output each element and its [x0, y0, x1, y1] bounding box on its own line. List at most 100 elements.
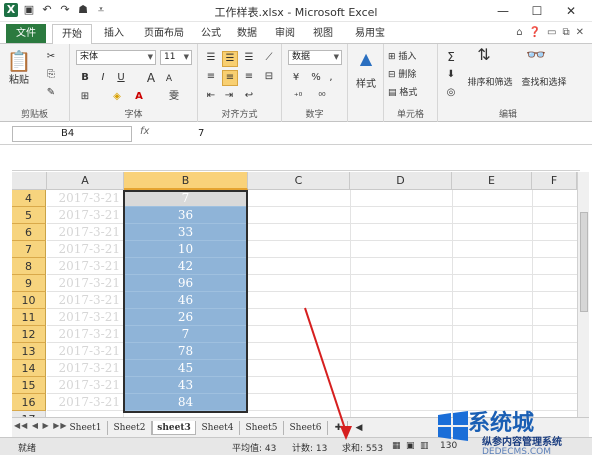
clear-icon[interactable]: ◎	[444, 86, 458, 100]
row-header[interactable]: 15	[12, 377, 46, 394]
cell-a[interactable]: 2017-3-21	[47, 309, 124, 326]
cell-a[interactable]: 2017-3-21	[47, 326, 124, 343]
tab-page-layout[interactable]: 页面布局	[138, 24, 190, 44]
cell-a[interactable]: 2017-3-21	[47, 394, 124, 411]
paste-icon[interactable]: 📋	[6, 50, 32, 72]
collapse-ribbon-icon[interactable]: ⌂	[516, 27, 522, 38]
binoculars-icon[interactable]: 👓	[526, 47, 546, 63]
min-workbook-icon[interactable]: ▭	[547, 27, 556, 38]
cell-b[interactable]: 43	[124, 377, 247, 394]
select-all-corner[interactable]	[12, 172, 47, 190]
cell-b[interactable]: 45	[124, 360, 247, 377]
cell-a[interactable]: 2017-3-21	[47, 207, 124, 224]
tab-home[interactable]: 开始	[52, 24, 92, 45]
sheet-nav-arrows[interactable]: ◀◀ ◀ ▶ ▶▶	[14, 421, 68, 430]
merge-icon[interactable]: ⊟	[262, 70, 276, 84]
worksheet-grid[interactable]: A B C D E F 4 2017-3-21 7 5 2017-3-21 36 6 2017…	[12, 172, 577, 417]
row-header[interactable]: 5	[12, 207, 46, 224]
cell-b[interactable]: 36	[124, 207, 247, 224]
copy-icon[interactable]: ⎘	[44, 68, 58, 82]
cell-a[interactable]: 2017-3-21	[47, 241, 124, 258]
hscroll-left-icon[interactable]: ◀	[354, 421, 364, 435]
close-button[interactable]: ✕	[554, 2, 588, 20]
scrollbar-thumb[interactable]	[580, 212, 588, 312]
tab-data[interactable]: 数据	[232, 24, 262, 44]
align-center-icon[interactable]: ≡	[222, 70, 238, 86]
phonetic-button[interactable]: 雯	[166, 90, 182, 104]
percent-button[interactable]: %	[310, 71, 322, 85]
column-header-e[interactable]: E	[452, 172, 532, 190]
decrease-decimal-icon[interactable]: ⁰⁰	[312, 90, 332, 104]
sheet-tab-2[interactable]: Sheet2	[108, 421, 152, 435]
number-format-select[interactable]: 数据 ▼	[288, 50, 342, 65]
align-middle-icon[interactable]: ☰	[222, 51, 238, 67]
cell-a[interactable]: 2017-3-21	[47, 377, 124, 394]
format-cells-button[interactable]: ▤ 格式	[388, 86, 434, 100]
row-header[interactable]: 7	[12, 241, 46, 258]
row-header[interactable]: 6	[12, 224, 46, 241]
cell-b[interactable]: 26	[124, 309, 247, 326]
row-header[interactable]: 12	[12, 326, 46, 343]
styles-icon[interactable]: ▲	[356, 51, 376, 67]
cell-a[interactable]: 2017-3-21	[47, 343, 124, 360]
insert-function-button[interactable]: fx	[140, 126, 149, 137]
cell-a[interactable]: 2017-3-21	[47, 224, 124, 241]
autosum-button[interactable]: Σ	[444, 50, 458, 64]
cell-a[interactable]: 2017-3-21	[47, 360, 124, 377]
column-header-c[interactable]: C	[248, 172, 350, 190]
sheet-tab-1[interactable]: Sheet1	[64, 421, 108, 435]
wrap-text-icon[interactable]: ↩	[242, 89, 256, 103]
tab-review[interactable]: 审阅	[270, 24, 300, 44]
styles-button[interactable]: 样式	[350, 78, 382, 92]
align-top-icon[interactable]: ☰	[204, 51, 218, 65]
sort-filter-button[interactable]: 排序和筛选	[464, 76, 516, 90]
column-header-b[interactable]: B	[124, 172, 248, 190]
close-workbook-icon[interactable]: ✕	[576, 27, 584, 38]
fill-color-icon[interactable]: ◈	[110, 90, 124, 104]
delete-cells-button[interactable]: ⊟ 删除	[388, 68, 434, 82]
restore-workbook-icon[interactable]: ⧉	[562, 27, 569, 38]
cell-b[interactable]: 96	[124, 275, 247, 292]
page-break-view-icon[interactable]: ▥	[420, 441, 429, 451]
align-left-icon[interactable]: ≡	[204, 70, 218, 84]
page-layout-view-icon[interactable]: ▣	[406, 441, 415, 451]
column-header-f[interactable]: F	[532, 172, 577, 190]
maximize-button[interactable]: ☐	[520, 2, 554, 20]
tab-formulas[interactable]: 公式	[196, 24, 226, 44]
cell-b[interactable]: 33	[124, 224, 247, 241]
currency-icon[interactable]: ¥	[288, 71, 304, 85]
cell-b[interactable]: 78	[124, 343, 247, 360]
align-right-icon[interactable]: ≡	[242, 70, 256, 84]
formula-expanded-area[interactable]	[12, 145, 580, 171]
cell-b[interactable]: 10	[124, 241, 247, 258]
help-icon[interactable]: ❓	[529, 27, 541, 38]
cell-b[interactable]: 7	[124, 326, 247, 343]
normal-view-icon[interactable]: ▦	[392, 441, 401, 451]
row-header[interactable]: 8	[12, 258, 46, 275]
cell-b[interactable]: 42	[124, 258, 247, 275]
formula-input[interactable]: 7	[198, 126, 204, 142]
decrease-indent-icon[interactable]: ⇤	[204, 89, 218, 103]
sheet-tab-6[interactable]: Sheet6	[284, 421, 328, 435]
find-select-button[interactable]: 查找和选择	[518, 76, 570, 90]
minimize-button[interactable]: —	[486, 2, 520, 20]
cell-a[interactable]: 2017-3-21	[47, 258, 124, 275]
active-cell-b4[interactable]: 7	[124, 190, 247, 207]
border-icon[interactable]: ⊞	[78, 90, 92, 104]
cell-a[interactable]: 2017-3-21	[47, 275, 124, 292]
grow-font-button[interactable]: A	[144, 71, 158, 85]
sort-filter-icon[interactable]: ⇅	[474, 47, 494, 63]
insert-cells-button[interactable]: ⊞ 插入	[388, 50, 434, 64]
cell-a[interactable]: 2017-3-21	[47, 292, 124, 309]
cell-b[interactable]: 84	[124, 394, 247, 411]
shrink-font-button[interactable]: A	[162, 72, 176, 86]
sheet-tab-3[interactable]: sheet3	[152, 421, 196, 435]
row-header[interactable]: 11	[12, 309, 46, 326]
row-header[interactable]: 9	[12, 275, 46, 292]
orientation-icon[interactable]: ⟋	[262, 51, 276, 65]
row-header[interactable]: 16	[12, 394, 46, 411]
tab-file[interactable]: 文件	[6, 24, 46, 43]
cell-a[interactable]: 2017-3-21	[47, 190, 124, 207]
font-name-select[interactable]: 宋体 ▼	[76, 50, 156, 65]
row-header[interactable]: 10	[12, 292, 46, 309]
